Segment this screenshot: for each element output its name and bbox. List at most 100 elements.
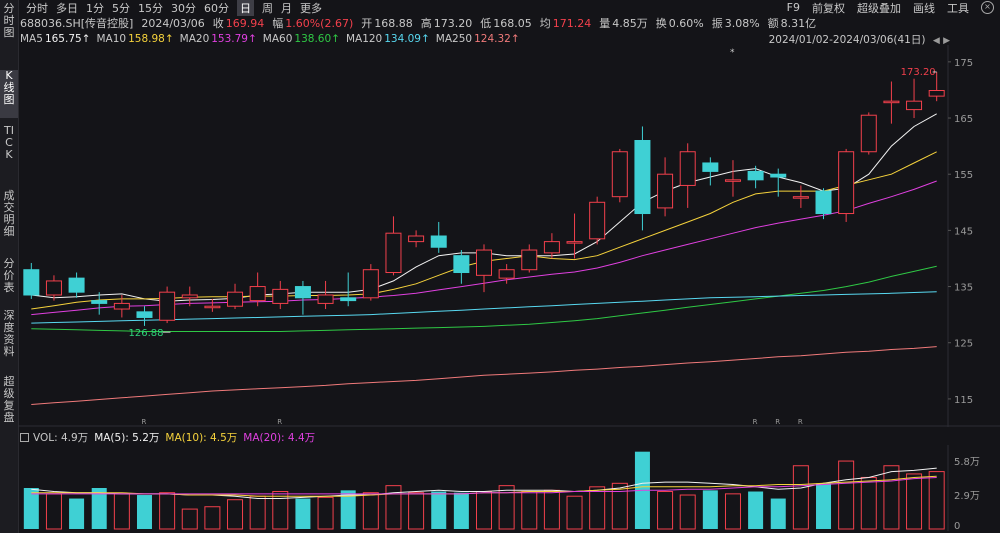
candle-body-up bbox=[249, 286, 266, 302]
period-tab-6[interactable]: 60分 bbox=[204, 0, 229, 16]
period-toolbar: 分时 多日 1分 5分 15分 30分 60分日周月更多 F9 前复权 超级叠加 画线 工具 × bbox=[18, 0, 1000, 16]
period-tab-9[interactable]: 月 bbox=[281, 0, 292, 16]
volume-bar-up bbox=[181, 508, 198, 530]
sidebar-tab-1[interactable]: K线图 bbox=[0, 70, 18, 118]
candle-body-down bbox=[91, 300, 108, 304]
candle-body-up bbox=[498, 269, 515, 279]
volume-bar-up bbox=[249, 495, 266, 530]
sidebar-tab-4[interactable]: 分价表 bbox=[0, 258, 18, 298]
ma-legend-item-ma60: MA60 138.60↑ bbox=[262, 32, 340, 45]
sidebar-tab-5[interactable]: 深度资料 bbox=[0, 310, 18, 366]
turnover-field: 换 0.60% bbox=[655, 17, 704, 30]
volume-settings-icon[interactable] bbox=[20, 433, 29, 442]
volume-bar-up bbox=[679, 494, 696, 530]
toolbar-link-4[interactable]: 工具 bbox=[947, 0, 969, 16]
restoration-marker: R bbox=[775, 418, 780, 426]
volume-bar-up bbox=[792, 465, 809, 530]
amplitude-field: 振 3.08% bbox=[711, 17, 760, 30]
period-tab-3[interactable]: 5分 bbox=[112, 0, 130, 16]
volume-bar-up bbox=[227, 499, 244, 530]
vol-value: VOL: 4.9万 bbox=[33, 432, 89, 444]
ma-legend-item-ma5: MA5 165.75↑ bbox=[20, 32, 91, 45]
kline-chart[interactable]: 175 165 155 145 135 125 115 173.20 126.88 * R R R R R bbox=[18, 45, 1000, 427]
period-tab-0[interactable]: 分时 bbox=[26, 0, 48, 16]
volume-bar-up bbox=[928, 471, 945, 530]
ma-legend: MA5 165.75↑ MA10 158.98↑ MA20 153.79↑ MA60 138.… bbox=[20, 32, 526, 45]
star-marker: * bbox=[730, 48, 735, 58]
toolbar-link-3[interactable]: 画线 bbox=[913, 0, 935, 16]
volume-chart[interactable]: 5.8万 2.9万 0 bbox=[18, 445, 1000, 531]
candle-body-up bbox=[792, 196, 809, 199]
restoration-marker: R bbox=[753, 418, 758, 426]
sidebar-tab-0[interactable]: 分时图 bbox=[0, 3, 18, 39]
toolbar-right-links: F9 前复权 超级叠加 画线 工具 × bbox=[787, 0, 1000, 16]
sidebar: 分时图 K线图 TICK 成交明细分价表深度资料超级复盘 bbox=[0, 0, 19, 533]
candle-body-up bbox=[204, 305, 221, 309]
candle-body-up bbox=[724, 179, 741, 182]
candle-body-down bbox=[430, 235, 447, 248]
sidebar-tab-6[interactable]: 超级复盘 bbox=[0, 376, 18, 432]
period-tab-2[interactable]: 1分 bbox=[86, 0, 104, 16]
candle-body-up bbox=[566, 241, 583, 244]
sidebar-tab-3[interactable]: 成交明细 bbox=[0, 190, 18, 242]
volume-bar-up bbox=[45, 493, 62, 530]
price-tick-label: 145 bbox=[954, 226, 973, 237]
change-field: 幅 1.60%(2.67) bbox=[272, 17, 354, 30]
volume-bar-up bbox=[883, 465, 900, 530]
period-tab-7[interactable]: 日 bbox=[237, 0, 254, 16]
candle-body-up bbox=[679, 151, 696, 186]
candle-body-down bbox=[747, 170, 764, 181]
toolbar-link-0[interactable]: F9 bbox=[787, 1, 800, 14]
candle-body-down bbox=[294, 286, 311, 299]
volume-bar-down bbox=[702, 490, 718, 529]
period-tab-1[interactable]: 多日 bbox=[56, 0, 78, 16]
ma-legend-item-ma120: MA120 134.09↑ bbox=[345, 32, 430, 45]
candle-body-down bbox=[136, 311, 153, 318]
volume-tick-label: 2.9万 bbox=[954, 491, 980, 502]
low-field: 低 168.05 bbox=[480, 17, 532, 30]
candle-body-down bbox=[340, 297, 357, 302]
volume-bar-up bbox=[362, 492, 379, 530]
candle-body-up bbox=[227, 291, 244, 307]
quote-date: 2024/03/06 bbox=[141, 16, 205, 30]
candle-body-up bbox=[113, 302, 130, 310]
period-tab-8[interactable]: 周 bbox=[262, 0, 273, 16]
quote-info-bar: 688036.SH[传音控股] 2024/03/06 收 169.94 幅 1.60… bbox=[20, 16, 1000, 31]
price-tick-label: 125 bbox=[954, 339, 973, 350]
candle-body-up bbox=[272, 288, 289, 304]
candle-body-up bbox=[476, 249, 492, 276]
restoration-marker: R bbox=[141, 418, 146, 426]
price-tick-label: 135 bbox=[954, 283, 973, 294]
toolbar-link-1[interactable]: 前复权 bbox=[812, 0, 845, 16]
volume-bar-down bbox=[136, 495, 152, 529]
volume-bar-down bbox=[69, 498, 85, 529]
volume-bar-down bbox=[748, 491, 764, 529]
sidebar-tab-2[interactable]: TICK bbox=[0, 125, 18, 181]
period-tab-5[interactable]: 30分 bbox=[171, 0, 196, 16]
high-field: 高 173.20 bbox=[420, 17, 473, 30]
price-tick-label: 115 bbox=[954, 395, 973, 406]
volume-tick-label: 5.8万 bbox=[954, 457, 980, 468]
volume-bar-up bbox=[860, 476, 877, 530]
vol-ma10: MA(10): 4.5万 bbox=[165, 432, 238, 444]
period-tab-4[interactable]: 15分 bbox=[138, 0, 163, 16]
volume-bar-down bbox=[295, 498, 311, 529]
volume-bar-up bbox=[408, 492, 425, 530]
volume-bar-down bbox=[816, 483, 832, 529]
volume-tick-label: 0 bbox=[954, 521, 960, 531]
ma-line-ma250 bbox=[31, 346, 937, 405]
candle-body-up bbox=[408, 235, 425, 243]
close-icon[interactable]: × bbox=[981, 1, 994, 14]
period-tab-10[interactable]: 更多 bbox=[300, 0, 322, 16]
toolbar-link-2[interactable]: 超级叠加 bbox=[857, 0, 901, 16]
volume-legend: VOL: 4.9万 MA(5): 5.2万 MA(10): 4.5万 MA(20… bbox=[20, 431, 321, 444]
candle-body-down bbox=[68, 277, 85, 293]
volume-field: 量 4.85万 bbox=[599, 17, 648, 30]
volume-bar-up bbox=[476, 491, 492, 530]
candle-body-up bbox=[928, 90, 945, 97]
candle-body-up bbox=[860, 114, 877, 153]
price-tick-label: 175 bbox=[954, 58, 973, 69]
restoration-marker: R bbox=[798, 418, 803, 426]
candle-body-up bbox=[521, 249, 538, 271]
candle-body-up bbox=[385, 232, 402, 274]
